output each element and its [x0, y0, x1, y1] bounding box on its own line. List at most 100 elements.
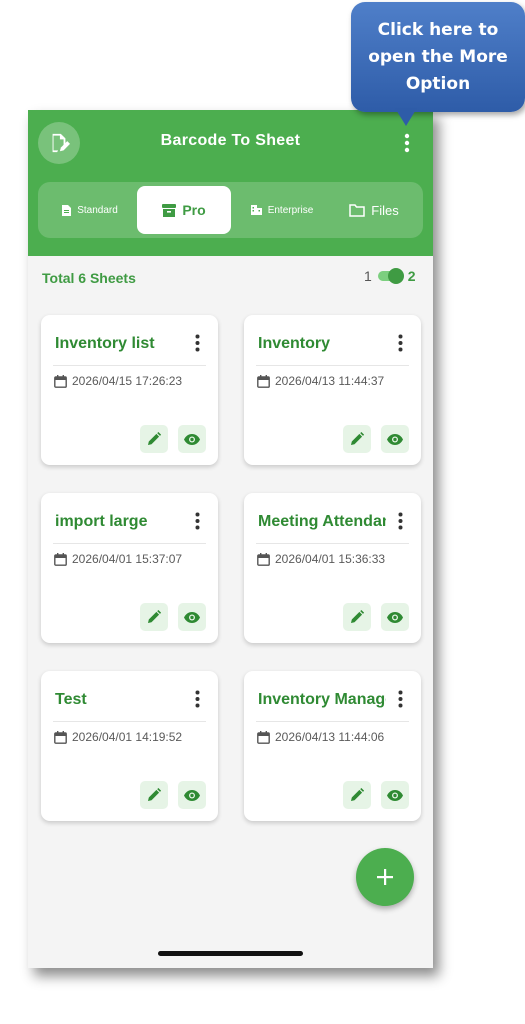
callout-line-1: Click here to: [377, 20, 499, 40]
sheet-more-button[interactable]: [393, 331, 407, 355]
sheet-more-button[interactable]: [393, 509, 407, 533]
sheet-title: Inventory Management: [258, 691, 386, 708]
screenshot-stage: Click here to open the More Option Barco…: [0, 0, 525, 1024]
more-option-callout: Click here to open the More Option: [351, 2, 525, 112]
pencil-icon: [351, 610, 364, 623]
sheet-date-row: 2026/04/01 15:37:07: [54, 552, 182, 566]
view-sheet-button[interactable]: [178, 781, 206, 809]
sheet-more-button[interactable]: [190, 331, 204, 355]
sheet-card[interactable]: Meeting Attendance 2026/04/01 15:36:33: [244, 493, 421, 643]
column-toggle-group: 1 2: [364, 268, 416, 284]
sheet-date: 2026/04/13 11:44:06: [275, 730, 385, 744]
eye-icon: [387, 611, 403, 623]
column-count-one: 1: [364, 268, 372, 284]
callout-line-2: open the More: [368, 47, 508, 67]
sheet-date-row: 2026/04/15 17:26:23: [54, 374, 182, 388]
sheet-more-button[interactable]: [190, 687, 204, 711]
calendar-icon: [257, 552, 270, 566]
tab-files[interactable]: Files: [330, 186, 418, 234]
sheet-title: Meeting Attendance: [258, 513, 386, 530]
more-vert-icon: [195, 334, 199, 352]
plus-icon: [377, 869, 393, 885]
card-divider: [256, 543, 409, 544]
callout-line-3: Option: [405, 74, 471, 94]
sheet-date-row: 2026/04/13 11:44:37: [257, 374, 384, 388]
pencil-icon: [351, 788, 364, 801]
more-vert-icon: [195, 512, 199, 530]
column-toggle[interactable]: [377, 268, 404, 284]
tab-pro[interactable]: Pro: [137, 186, 231, 234]
edit-sheet-button[interactable]: [343, 603, 371, 631]
sheet-card[interactable]: Test 2026/04/01 14:19:52: [41, 671, 218, 821]
tab-enterprise-label: Enterprise: [267, 204, 314, 216]
edit-sheet-button[interactable]: [343, 781, 371, 809]
pencil-icon: [148, 788, 161, 801]
sheet-card[interactable]: Inventory Management 2026/04/13 11:44:06: [244, 671, 421, 821]
sheet-more-button[interactable]: [190, 509, 204, 533]
sheet-date: 2026/04/01 15:36:33: [275, 552, 386, 566]
card-divider: [53, 543, 206, 544]
edit-sheet-button[interactable]: [140, 781, 168, 809]
callout-pointer: [395, 108, 417, 126]
column-count-two: 2: [407, 268, 416, 284]
pencil-icon: [148, 432, 161, 445]
calendar-icon: [54, 552, 67, 566]
sheet-date-row: 2026/04/01 15:36:33: [257, 552, 385, 566]
sheet-date: 2026/04/15 17:26:23: [72, 374, 183, 388]
more-vert-icon: [398, 334, 402, 352]
calendar-icon: [54, 730, 67, 744]
card-divider: [256, 721, 409, 722]
app-title: Barcode To Sheet: [160, 132, 301, 149]
edit-sheet-button[interactable]: [343, 425, 371, 453]
view-sheet-button[interactable]: [178, 425, 206, 453]
sheet-date: 2026/04/01 14:19:52: [72, 730, 183, 744]
sheet-title: Inventory: [258, 335, 331, 352]
tab-standard-label: Standard: [77, 204, 118, 216]
sheet-more-button[interactable]: [393, 687, 407, 711]
view-sheet-button[interactable]: [381, 781, 409, 809]
home-indicator: [158, 951, 303, 956]
card-divider: [53, 721, 206, 722]
sheet-card[interactable]: Inventory 2026/04/13 11:44:37: [244, 315, 421, 465]
more-vert-icon: [398, 512, 402, 530]
edit-sheet-button[interactable]: [140, 603, 168, 631]
pencil-icon: [351, 432, 364, 445]
tab-pro-label: Pro: [182, 202, 206, 218]
view-sheet-button[interactable]: [381, 425, 409, 453]
total-sheets-label: Total 6 Sheets: [42, 270, 136, 286]
tab-standard[interactable]: Standard: [46, 186, 134, 234]
app-bar: Barcode To Sheet Standard Pro Enterprise: [28, 110, 433, 256]
calendar-icon: [257, 374, 270, 388]
phone-screen: Barcode To Sheet Standard Pro Enterprise: [28, 110, 433, 968]
pencil-icon: [148, 610, 161, 623]
eye-icon: [184, 433, 200, 445]
card-divider: [53, 365, 206, 366]
eye-icon: [387, 433, 403, 445]
plan-tabs: Standard Pro Enterprise Files: [38, 182, 423, 238]
sheet-date: 2026/04/01 15:37:07: [72, 552, 183, 566]
tab-enterprise[interactable]: Enterprise: [238, 186, 326, 234]
sheet-title: Inventory list: [55, 335, 155, 352]
eye-icon: [387, 789, 403, 801]
toggle-knob: [387, 268, 404, 284]
add-sheet-button[interactable]: [356, 848, 414, 906]
eye-icon: [184, 611, 200, 623]
more-vert-icon: [404, 133, 410, 153]
sheet-date-row: 2026/04/01 14:19:52: [54, 730, 182, 744]
building-icon: [250, 205, 262, 215]
more-vert-icon: [195, 690, 199, 708]
sheet-title: Test: [55, 691, 87, 708]
calendar-icon: [54, 374, 67, 388]
edit-sheet-button[interactable]: [140, 425, 168, 453]
view-sheet-button[interactable]: [381, 603, 409, 631]
calendar-icon: [257, 730, 270, 744]
sheet-title: import large: [55, 513, 148, 530]
sheet-card[interactable]: Inventory list 2026/04/15 17:26:23: [41, 315, 218, 465]
card-divider: [256, 365, 409, 366]
tab-files-label: Files: [371, 202, 399, 218]
more-options-button[interactable]: [396, 130, 418, 156]
archive-box-icon: [162, 203, 177, 217]
view-sheet-button[interactable]: [178, 603, 206, 631]
eye-icon: [184, 789, 200, 801]
sheet-card[interactable]: import large 2026/04/01 15:37:07: [41, 493, 218, 643]
